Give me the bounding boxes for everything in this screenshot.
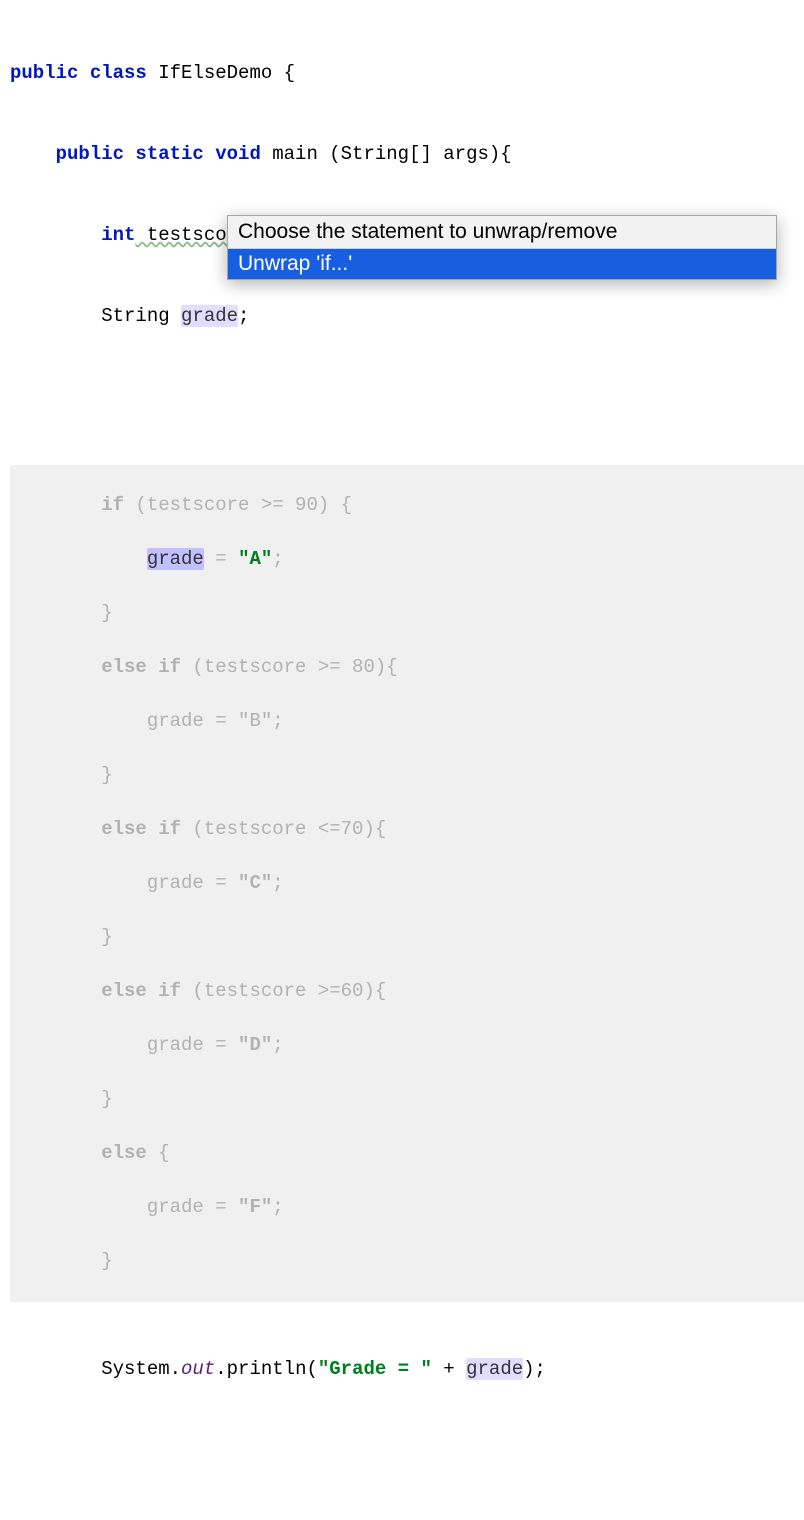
text: ; (272, 548, 283, 570)
code-line: } (10, 1248, 804, 1275)
keyword: else if (10, 656, 181, 678)
keyword: class (78, 62, 146, 84)
code-line: else if (testscore >= 80){ (10, 654, 804, 681)
text: } (10, 926, 113, 948)
code-line: else { (10, 1140, 804, 1167)
text: IfElseDemo { (147, 62, 295, 84)
code-line (10, 384, 804, 411)
var-name-selected: grade (147, 548, 204, 570)
code-line: else if (testscore <=70){ (10, 816, 804, 843)
code-line: } (10, 924, 804, 951)
code-line: public class IfElseDemo { (10, 60, 804, 87)
keyword: public static void (10, 143, 261, 165)
text: } (10, 1250, 113, 1272)
string: "F" (238, 1196, 272, 1218)
code-line: public static void main (String[] args){ (10, 141, 804, 168)
code-line: else if (testscore >=60){ (10, 978, 804, 1005)
text (10, 548, 147, 570)
unwrap-popup: Choose the statement to unwrap/remove Un… (227, 215, 777, 280)
code-line: grade = "C"; (10, 870, 804, 897)
code-line: } (10, 600, 804, 627)
keyword: else if (10, 980, 181, 1002)
text: ; (272, 872, 283, 894)
text: .println( (215, 1358, 318, 1380)
text: main (String[] args){ (261, 143, 512, 165)
text: (testscore <=70){ (181, 818, 386, 840)
keyword: else if (10, 818, 181, 840)
text: { (147, 1142, 170, 1164)
code-line (10, 1491, 804, 1518)
text: } (10, 602, 113, 624)
text: = (204, 548, 238, 570)
text: (testscore >= 80){ (181, 656, 398, 678)
code-line (10, 1437, 804, 1464)
text: ; (238, 305, 249, 327)
highlighted-if-block: if (testscore >= 90) { grade = "A"; } el… (10, 465, 804, 1302)
keyword: if (10, 494, 124, 516)
text: ; (272, 1196, 283, 1218)
code-line: if (testscore >= 90) { (10, 492, 804, 519)
text: ; (272, 1034, 283, 1056)
popup-title: Choose the statement to unwrap/remove (228, 216, 776, 249)
code-line: grade = "D"; (10, 1032, 804, 1059)
static-field: out (181, 1358, 215, 1380)
string: "A" (238, 548, 272, 570)
popup-item-unwrap-if[interactable]: Unwrap 'if...' (228, 249, 776, 279)
text: (testscore >=60){ (181, 980, 386, 1002)
keyword: public (10, 62, 78, 84)
text: + (432, 1358, 466, 1380)
keyword: int (10, 224, 135, 246)
text: grade = (10, 1196, 238, 1218)
var-name: grade (181, 305, 238, 327)
text: String (10, 305, 181, 327)
text: } (10, 1088, 113, 1110)
code-line: grade = "F"; (10, 1194, 804, 1221)
code-line: String grade; (10, 303, 804, 330)
string: "Grade = " (318, 1358, 432, 1380)
code-line: grade = "B"; (10, 708, 804, 735)
text: System. (10, 1358, 181, 1380)
code-line: grade = "A"; (10, 546, 804, 573)
text: grade = "B"; (10, 710, 284, 732)
keyword: else (10, 1142, 147, 1164)
code-line: } (10, 762, 804, 789)
string: "C" (238, 872, 272, 894)
text: grade = (10, 1034, 238, 1056)
string: "D" (238, 1034, 272, 1056)
text: } (10, 764, 113, 786)
text: ); (523, 1358, 546, 1380)
var-name: grade (466, 1358, 523, 1380)
code-line: } (10, 1086, 804, 1113)
text: grade = (10, 872, 238, 894)
text: (testscore >= 90) { (124, 494, 352, 516)
code-line: System.out.println("Grade = " + grade); (10, 1356, 804, 1383)
